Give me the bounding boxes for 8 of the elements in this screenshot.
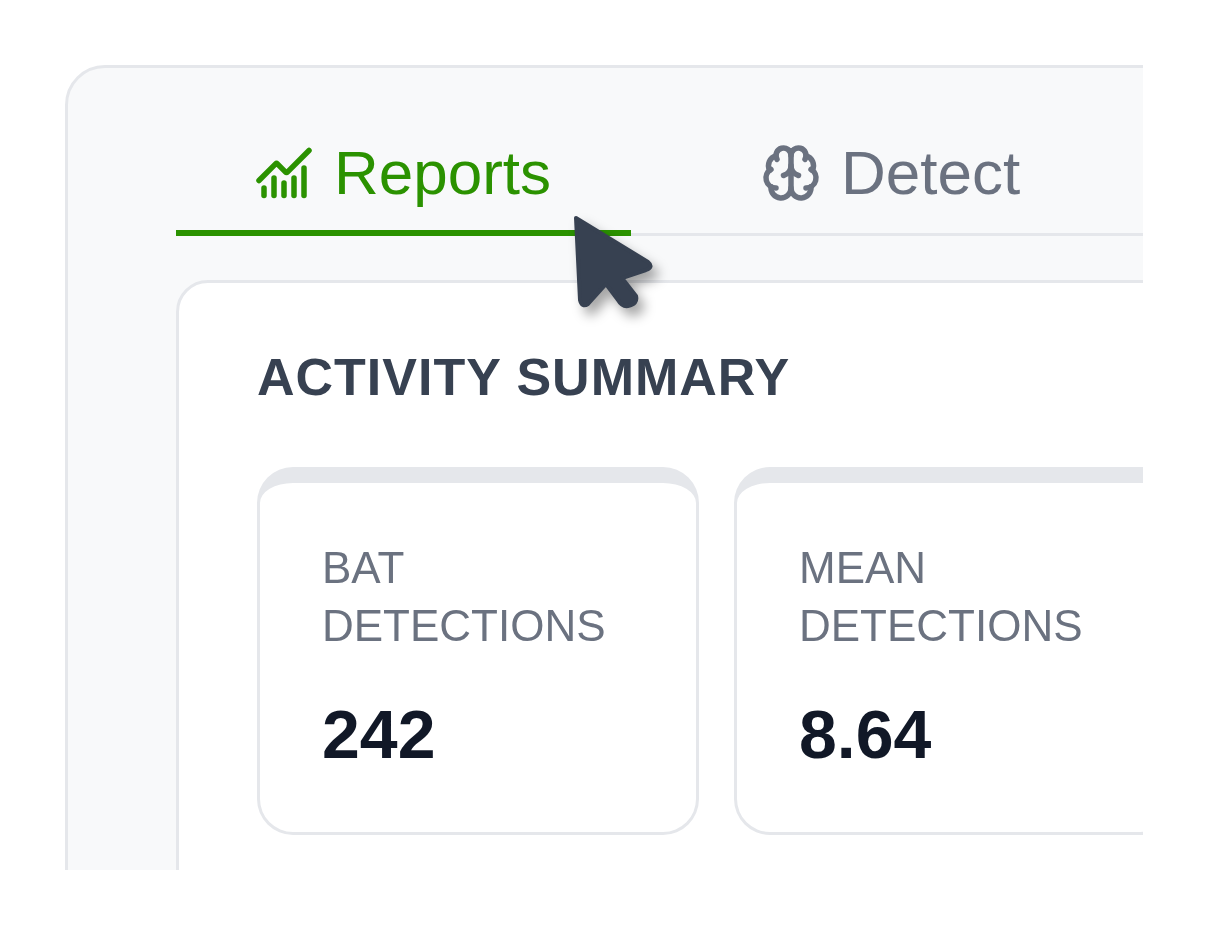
stat-value: 242 <box>322 695 437 773</box>
stat-value: 8.64 <box>799 695 933 773</box>
tab[interactable]: Detect <box>761 130 1101 236</box>
brain-icon <box>761 143 822 203</box>
stat-label: BAT DETECTIONS <box>322 542 607 652</box>
stat-label: MEAN DETECTIONS <box>799 542 1084 652</box>
section-title: ACTIVITY SUMMARY <box>257 347 792 407</box>
tab-label: Detect <box>841 142 1021 204</box>
